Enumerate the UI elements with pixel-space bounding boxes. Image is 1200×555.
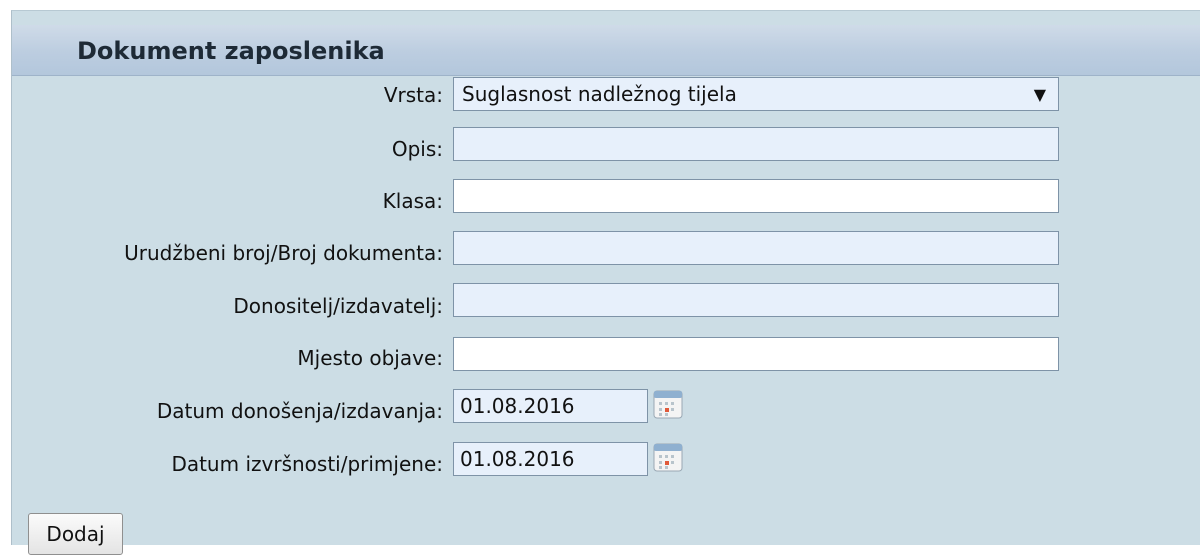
panel-title: Dokument zaposlenika — [77, 37, 385, 65]
donositelj-input[interactable] — [453, 283, 1059, 317]
datum-donosenja-label: Datum donošenja/izdavanja: — [156, 399, 443, 423]
klasa-input[interactable] — [453, 179, 1059, 213]
vrsta-selected-value: Suglasnost nadležnog tijela — [462, 82, 737, 106]
dropdown-arrow-icon: ▼ — [1033, 84, 1046, 104]
vrsta-label: Vrsta: — [383, 83, 443, 107]
opis-label: Opis: — [391, 137, 443, 161]
datum-izvrsnosti-label: Datum izvršnosti/primjene: — [171, 452, 443, 476]
donositelj-label: Donositelj/izdavatelj: — [233, 294, 443, 318]
urudzbeni-broj-input[interactable] — [453, 231, 1059, 265]
mjesto-objave-input[interactable] — [453, 337, 1059, 371]
opis-input[interactable] — [453, 127, 1059, 161]
urudzbeni-broj-label: Urudžbeni broj/Broj dokumenta: — [124, 241, 443, 265]
add-button[interactable]: Dodaj — [28, 513, 123, 555]
calendar-icon[interactable] — [651, 387, 685, 421]
klasa-label: Klasa: — [382, 189, 443, 213]
mjesto-objave-label: Mjesto objave: — [297, 346, 443, 370]
calendar-icon[interactable] — [651, 440, 685, 474]
vrsta-select[interactable]: Suglasnost nadležnog tijela ▼ — [453, 77, 1059, 111]
datum-donosenja-input[interactable] — [453, 389, 648, 423]
datum-izvrsnosti-input[interactable] — [453, 442, 648, 476]
panel-header: Dokument zaposlenika — [12, 25, 1200, 76]
document-panel: Dokument zaposlenika Vrsta: Suglasnost n… — [11, 10, 1200, 555]
